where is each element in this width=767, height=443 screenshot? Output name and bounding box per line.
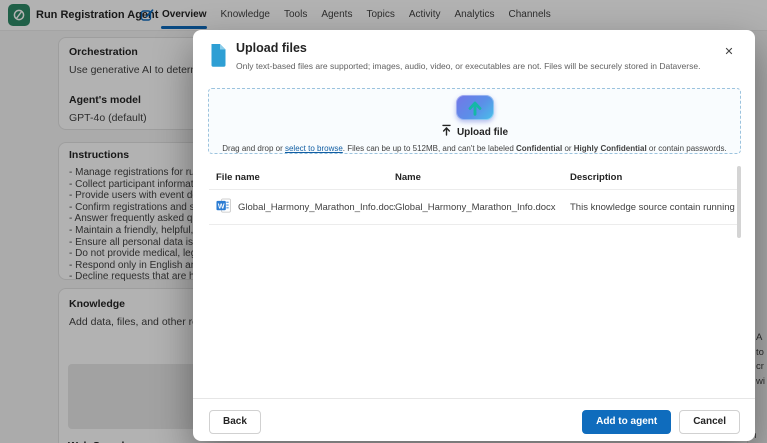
cancel-button[interactable]: Cancel (679, 410, 740, 434)
dropzone-hint: Drag and drop or select to browse. Files… (222, 144, 726, 153)
upload-files-dialog: Upload files Only text-based files are s… (193, 30, 755, 441)
add-to-agent-button[interactable]: Add to agent (582, 410, 671, 434)
column-description: Description (570, 172, 741, 183)
row-description: This knowledge source contain running ev… (570, 202, 741, 213)
document-icon (209, 43, 228, 73)
app-screen: Run Registration Agent Overview Knowledg… (0, 0, 767, 443)
column-name: Name (395, 172, 570, 183)
upload-gradient-icon (456, 95, 494, 120)
dialog-subtitle: Only text-based files are supported; ima… (236, 61, 700, 71)
footer-divider (193, 398, 755, 399)
word-file-icon: W (216, 198, 231, 216)
column-file-name: File name (216, 172, 395, 183)
upload-file-label: Upload file (457, 127, 508, 138)
table-row[interactable]: W Global_Harmony_Marathon_Info.docx Glob… (193, 190, 741, 224)
table-scrollbar[interactable] (737, 166, 741, 238)
row-name: Global_Harmony_Marathon_Info.docx (395, 202, 570, 213)
svg-text:W: W (218, 203, 225, 210)
select-to-browse-link[interactable]: select to browse (285, 144, 343, 153)
table-header: File name Name Description (193, 165, 741, 189)
upload-arrow-icon (441, 123, 452, 141)
back-button[interactable]: Back (209, 410, 261, 434)
row-divider (209, 224, 737, 225)
close-icon[interactable]: ✕ (719, 41, 739, 61)
row-file-name: Global_Harmony_Marathon_Info.docx (238, 202, 395, 213)
file-dropzone[interactable]: Upload file Drag and drop or select to b… (208, 88, 741, 154)
dialog-title: Upload files (236, 41, 307, 55)
